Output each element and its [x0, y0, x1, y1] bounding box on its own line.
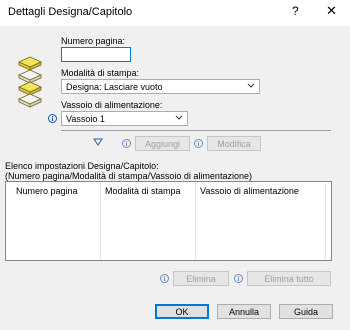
triangle-down-icon [93, 138, 103, 146]
column-separator [325, 182, 326, 260]
chevron-down-icon [247, 83, 255, 88]
info-icon-edit: i [194, 139, 203, 148]
ok-button[interactable]: OK [155, 304, 209, 319]
delete-button[interactable]: Elimina [173, 271, 229, 286]
settings-list-title: Elenco impostazioni Designa/Capitolo: [5, 161, 159, 171]
print-mode-select[interactable]: Designa: Lasciare vuoto [61, 79, 260, 94]
delete-all-button[interactable]: Elimina tutto [247, 271, 331, 286]
info-icon-delete-all: i [234, 274, 243, 283]
edit-button[interactable]: Modifica [207, 136, 261, 151]
settings-list-subtitle: (Numero pagina/Modalità di stampa/Vassoi… [5, 171, 252, 181]
settings-list[interactable]: Numero pagina Modalità di stampa Vassoio… [5, 181, 332, 261]
print-mode-label: Modalità di stampa: [61, 68, 140, 78]
window-title: Dettagli Designa/Capitolo [8, 6, 133, 18]
column-header-page-number[interactable]: Numero pagina [12, 182, 100, 200]
chevron-down-icon [175, 115, 183, 120]
info-icon-add: i [122, 139, 131, 148]
close-button[interactable]: ✕ [326, 3, 337, 19]
paper-stack-icon [18, 56, 42, 108]
add-button[interactable]: Aggiungi [135, 136, 190, 151]
help-button[interactable]: Guida [279, 304, 333, 319]
column-header-print-mode[interactable]: Modalità di stampa [101, 182, 195, 200]
tray-label: Vassoio di alimentazione: [61, 100, 163, 110]
column-header-tray[interactable]: Vassoio di alimentazione [196, 182, 326, 200]
print-mode-value: Designa: Lasciare vuoto [66, 82, 163, 92]
separator [61, 130, 331, 131]
page-number-label: Numero pagina: [61, 36, 126, 46]
tray-value: Vassoio 1 [66, 114, 105, 124]
cancel-button[interactable]: Annulla [217, 304, 271, 319]
info-icon-delete: i [160, 274, 169, 283]
tray-select[interactable]: Vassoio 1 [61, 111, 188, 126]
info-icon-tray: i [48, 114, 57, 123]
help-title-button[interactable]: ? [292, 4, 299, 18]
page-number-input[interactable] [61, 47, 131, 62]
